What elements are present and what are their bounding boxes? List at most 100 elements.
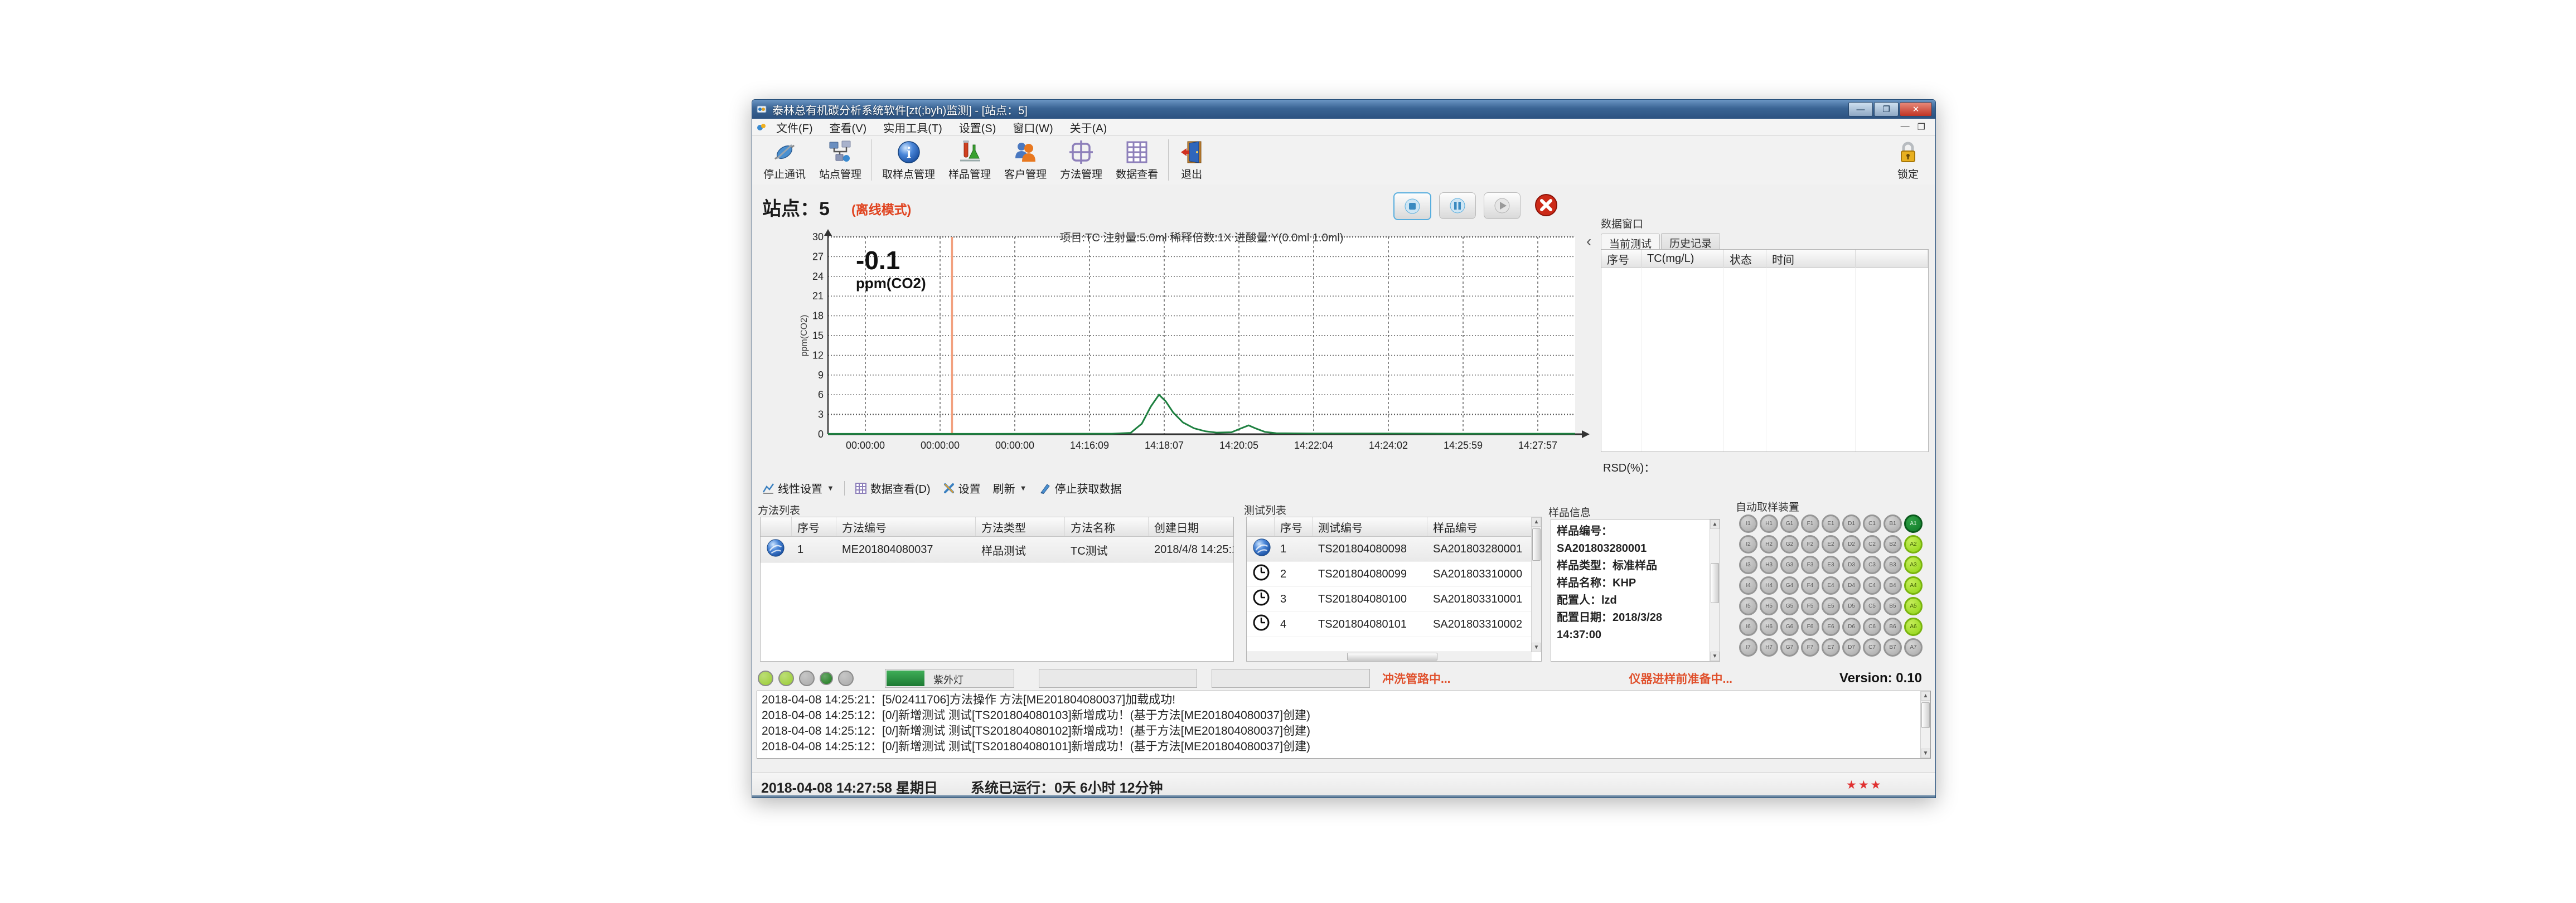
col-method-type: 方法类型 (976, 517, 1065, 536)
stop-acquire-button[interactable]: 停止获取数据 (1035, 479, 1126, 497)
refresh-button[interactable]: 刷新▼ (989, 479, 1032, 497)
scroll-up-arrow[interactable]: ▲ (1532, 517, 1541, 527)
mdi-restore-button[interactable]: ❐ (1918, 122, 1925, 133)
sampler-position-H4: H4 (1760, 576, 1778, 595)
log-vscrollbar[interactable]: ▲ ▼ (1920, 691, 1930, 758)
method-list-panel: 方法列表 序号 方法编号 方法类型 方法名称 创建日期 1ME201804080… (758, 502, 1236, 667)
menu-item-0[interactable]: 文件(F) (768, 119, 821, 135)
progress-bar-3 (1212, 669, 1370, 688)
sampler-position-B5: B5 (1883, 597, 1902, 615)
sample-info-vscrollbar[interactable]: ▲ ▼ (1710, 520, 1720, 661)
sample-info-title: 样品信息 (1548, 504, 1732, 520)
test-row[interactable]: 1TS201804080098SA201803280001 (1247, 537, 1532, 562)
sample-manage-button[interactable]: 样品管理 (942, 138, 998, 183)
scroll-down-arrow[interactable]: ▼ (1921, 749, 1930, 758)
sample-info-line: 14:37:00 (1557, 627, 1714, 644)
menu-item-4[interactable]: 窗口(W) (1004, 119, 1061, 135)
sampler-position-E1: E1 (1822, 514, 1840, 533)
sampler-position-H5: H5 (1760, 597, 1778, 615)
data-window-table: 序号 TC(mg/L) 状态 时间 (1601, 249, 1929, 452)
mdi-minimize-button[interactable]: — (1901, 122, 1910, 133)
test-row[interactable]: 4TS201804080101SA201803310002 (1247, 612, 1532, 637)
menu-item-2[interactable]: 实用工具(T) (875, 119, 951, 135)
sampler-position-E3: E3 (1822, 556, 1840, 574)
sample-info-line: 配置日期：2018/3/28 (1557, 609, 1714, 627)
scroll-up-arrow[interactable]: ▲ (1921, 691, 1930, 701)
pause-button[interactable] (1439, 192, 1476, 219)
site-manage-button[interactable]: 站点管理 (812, 138, 868, 183)
sampler-position-A4: A4 (1904, 576, 1923, 595)
stop-comm-button[interactable]: 停止通讯 (757, 138, 812, 183)
log-line: 2018-04-08 14:25:12：[0/]新增测试 测试[TS201804… (762, 708, 1916, 724)
progress-bar-2 (1039, 669, 1197, 688)
station-title: 站点：5 (762, 193, 830, 221)
info-icon: i (896, 139, 922, 165)
sampler-position-G4: G4 (1780, 576, 1799, 595)
sampler-position-E2: E2 (1822, 535, 1840, 554)
sampler-position-C3: C3 (1863, 556, 1881, 574)
exit-button[interactable]: 退出 (1172, 138, 1211, 183)
sampler-position-B2: B2 (1883, 535, 1902, 554)
line-chart-icon (762, 482, 774, 494)
chart-toolbar: 线性设置▼ 数据查看(D) 设置 刷新▼ (758, 479, 1126, 497)
autosampler-grid: I1H1G1F1E1D1C1B1A1I2H2G2F2E2D2C2B2A2I3H3… (1739, 514, 1925, 659)
sampler-position-A2: A2 (1904, 535, 1923, 554)
test-row[interactable]: 2TS201804080099SA201803310000 (1247, 562, 1532, 587)
sampling-point-manage-button[interactable]: i 取样点管理 (875, 138, 942, 183)
uv-lamp-label: 紫外灯 (933, 672, 963, 687)
flask-icon (957, 139, 982, 165)
scroll-down-arrow[interactable]: ▼ (1710, 652, 1720, 661)
stop-run-button[interactable] (1393, 192, 1431, 220)
app-window: 泰林总有机碳分析系统软件[zt(;byh)监测] - [站点：5] — ❐ ✕ … (752, 99, 1936, 798)
lock-button[interactable]: 锁定 (1889, 138, 1928, 183)
data-view-button[interactable]: 数据查看 (1109, 138, 1165, 183)
col-seq: 序号 (1275, 517, 1313, 536)
sampler-position-A3: A3 (1904, 556, 1923, 574)
sample-info-line: 样品名称：KHP (1557, 575, 1714, 592)
dropdown-caret: ▼ (827, 484, 834, 492)
test-list-hscrollbar[interactable] (1247, 652, 1532, 661)
close-button[interactable]: ✕ (1900, 102, 1932, 116)
play-button[interactable] (1484, 192, 1521, 219)
test-list-panel: 测试列表 序号 测试编号 样品编号 1TS201804080098SA20180… (1244, 502, 1543, 667)
method-row[interactable]: 1ME201804080037样品测试TC测试2018/4/8 14:25:12 (761, 537, 1233, 563)
pause-icon (1449, 197, 1466, 214)
sampler-position-B6: B6 (1883, 618, 1902, 636)
sampler-position-D6: D6 (1842, 618, 1861, 636)
sampler-position-D5: D5 (1842, 597, 1861, 615)
chart-xtick: 00:00:00 (995, 440, 1034, 451)
sampler-position-D1: D1 (1842, 514, 1861, 533)
scroll-up-arrow[interactable]: ▲ (1710, 520, 1720, 529)
sampler-position-I1: I1 (1739, 514, 1757, 533)
sample-info-line: 样品类型：标准样品 (1557, 557, 1714, 575)
menu-item-3[interactable]: 设置(S) (951, 119, 1005, 135)
menu-app-icon (757, 122, 767, 132)
menu-item-5[interactable]: 关于(A) (1062, 119, 1116, 135)
customer-manage-button[interactable]: 客户管理 (998, 138, 1053, 183)
sampler-position-F7: F7 (1801, 638, 1819, 657)
method-manage-button[interactable]: 方法管理 (1053, 138, 1109, 183)
chart-settings-button[interactable]: 设置 (938, 479, 985, 497)
menu-item-1[interactable]: 查看(V) (821, 119, 875, 135)
test-list-vscrollbar[interactable]: ▲ ▼ (1531, 517, 1541, 652)
test-row[interactable]: 3TS201804080100SA201803310001 (1247, 587, 1532, 612)
window-title: 泰林总有机碳分析系统软件[zt(;byh)监测] - [站点：5] (772, 101, 1848, 118)
chart-ytick: 18 (812, 310, 824, 322)
scroll-down-arrow[interactable]: ▼ (1532, 643, 1541, 652)
col-test-id: 测试编号 (1313, 517, 1427, 536)
chart-xtick: 00:00:00 (921, 440, 960, 451)
col-seq: 序号 (1601, 250, 1642, 268)
sampler-status-text: 仪器进样前准备中... (1629, 670, 1733, 687)
tools-icon (943, 482, 955, 494)
linear-settings-button[interactable]: 线性设置▼ (758, 479, 839, 497)
status-datetime: 2018-04-08 14:27:58 星期日 (761, 777, 938, 797)
abort-button[interactable] (1528, 192, 1564, 218)
sampler-position-D3: D3 (1842, 556, 1861, 574)
sampler-position-E4: E4 (1822, 576, 1840, 595)
col-time: 时间 (1766, 250, 1856, 268)
sampler-position-F2: F2 (1801, 535, 1819, 554)
maximize-button[interactable]: ❐ (1874, 102, 1899, 116)
minimize-button[interactable]: — (1848, 102, 1873, 116)
chart-data-view-button[interactable]: 数据查看(D) (850, 479, 935, 497)
col-tc: TC(mg/L) (1642, 250, 1724, 268)
